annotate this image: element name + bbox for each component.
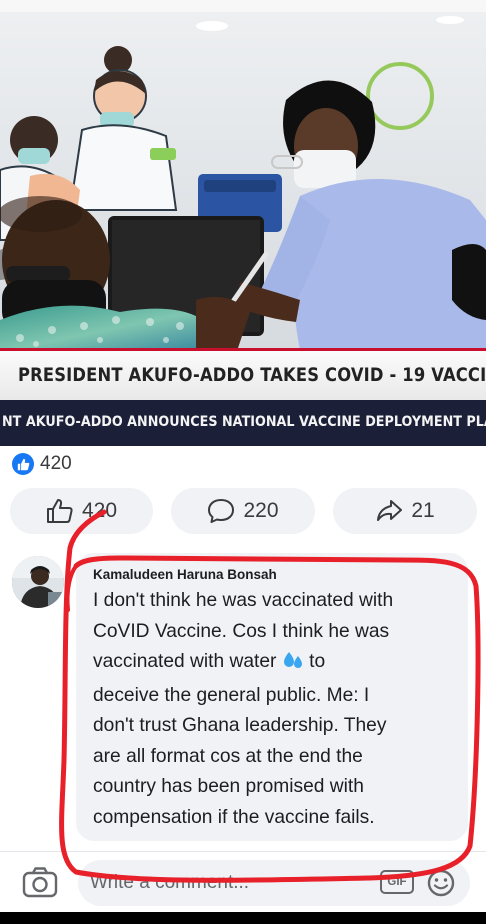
comment-line: country has been promised with (93, 776, 364, 797)
comment-count: 220 (243, 499, 279, 522)
comment-line: deceive the general public. Me: I (93, 684, 370, 706)
composer-divider (0, 851, 486, 852)
reaction-count: 420 (40, 453, 72, 474)
comment-text: I don't think he was vaccinated with CoV… (93, 586, 454, 833)
like-icon (12, 453, 34, 475)
screenshot-root: PRESIDENT AKUFO-ADDO TAKES COVID - 19 VA… (0, 0, 486, 924)
comment-line: don't trust Ghana leadership. They (93, 715, 387, 736)
news-headline-banner: PRESIDENT AKUFO-ADDO TAKES COVID - 19 VA… (0, 348, 486, 400)
share-button[interactable]: 21 (333, 488, 477, 534)
news-subticker: NT AKUFO-ADDO ANNOUNCES NATIONAL VACCINE… (2, 414, 486, 430)
smiley-icon[interactable] (426, 868, 456, 898)
comment-line: compensation if the vaccine fails. (93, 806, 375, 828)
comment-line: CoVID Vaccine. Cos I think he was (93, 620, 390, 642)
share-arrow-icon (377, 500, 403, 521)
system-bottom-bar (0, 912, 486, 924)
gif-button[interactable]: GIF (380, 870, 414, 894)
news-headline: PRESIDENT AKUFO-ADDO TAKES COVID - 19 VA… (18, 364, 486, 386)
news-video-frame[interactable]: PRESIDENT AKUFO-ADDO TAKES COVID - 19 VA… (0, 0, 486, 446)
news-subticker-banner: NT AKUFO-ADDO ANNOUNCES NATIONAL VACCINE… (0, 400, 486, 446)
speech-bubble-icon (208, 499, 235, 523)
comment-line-text: vaccinated with water (93, 651, 277, 672)
comment-line: vaccinated with water to (93, 647, 454, 681)
comment-author[interactable]: Kamaludeen Haruna Bonsah (93, 567, 454, 582)
comment-line: are all format cos at the end the (93, 745, 363, 767)
camera-icon[interactable] (22, 866, 58, 898)
comment-line-text: to (309, 651, 326, 672)
sweat-droplets-emoji (282, 650, 304, 681)
like-count: 420 (81, 499, 118, 522)
like-button[interactable]: 420 (10, 488, 153, 534)
commenter-avatar[interactable] (12, 556, 64, 608)
reaction-summary[interactable]: 420 (12, 449, 72, 479)
share-count: 21 (411, 499, 435, 522)
comment-line: I don't think he was vaccinated with (93, 590, 394, 611)
comment-button[interactable]: 220 (171, 488, 315, 534)
thumbs-up-icon (46, 499, 73, 523)
comment-bubble[interactable]: Kamaludeen Haruna Bonsah I don't think h… (76, 553, 468, 841)
